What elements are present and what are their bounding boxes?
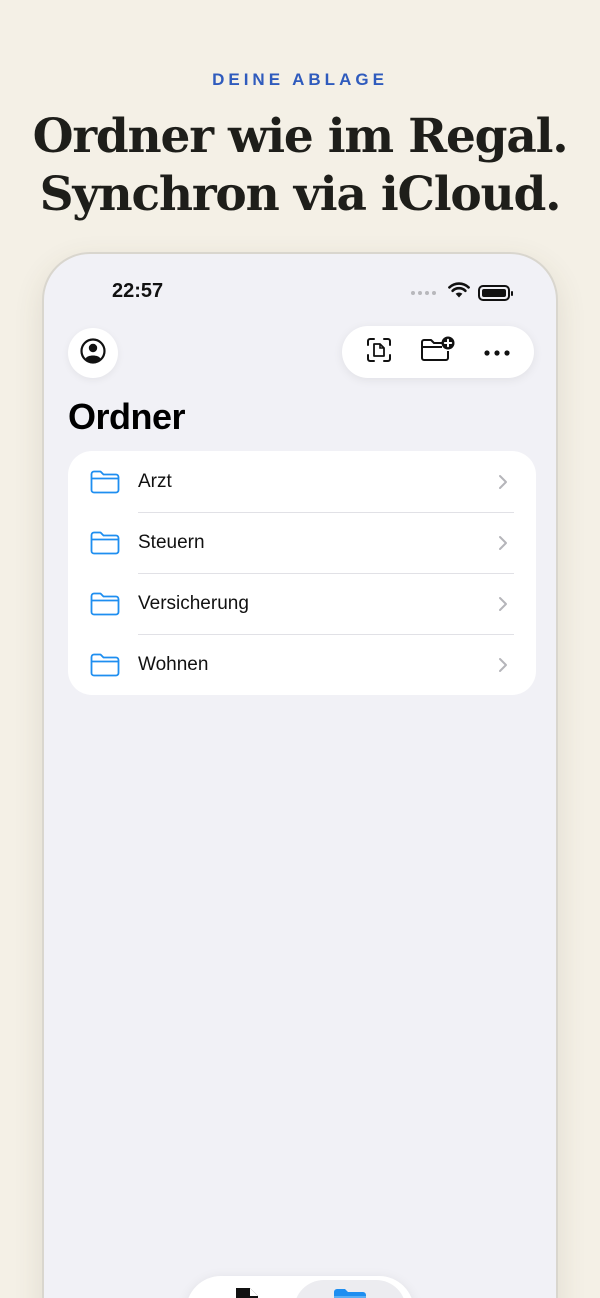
wifi-icon [448, 282, 470, 303]
chevron-right-icon [498, 596, 510, 612]
page-title: Ordner [68, 396, 186, 437]
folder-row-versicherung[interactable]: Versicherung [68, 573, 536, 634]
chevron-right-icon [498, 657, 510, 673]
toolbar [342, 326, 534, 378]
folder-label: Versicherung [138, 592, 249, 614]
folder-icon [90, 530, 120, 556]
status-indicators [411, 282, 513, 303]
folder-icon [90, 469, 120, 495]
folder-label: Wohnen [138, 653, 209, 675]
headline: Ordner wie im Regal. Synchron via iCloud… [0, 108, 600, 224]
folder-list: Arzt Steuern Versicherung Wohnen [68, 451, 536, 695]
profile-button[interactable] [68, 328, 118, 378]
folder-icon [90, 652, 120, 678]
cellular-signal-icon [411, 290, 436, 295]
chevron-right-icon [498, 474, 510, 490]
tab-documents[interactable] [228, 1282, 268, 1298]
folder-row-wohnen[interactable]: Wohnen [68, 634, 536, 695]
phone-screen: 22:57 Ordner Arzt Steuern Versicherung W… [42, 252, 558, 1298]
eyebrow-label: DEINE ABLAGE [212, 70, 388, 89]
folder-label: Arzt [138, 470, 172, 492]
tab-folders[interactable] [294, 1280, 406, 1298]
scan-document-button[interactable] [357, 330, 401, 374]
more-button[interactable] [475, 330, 519, 374]
more-icon [484, 343, 510, 361]
new-folder-icon [420, 336, 456, 369]
status-time: 22:57 [112, 280, 164, 302]
folder-label: Steuern [138, 531, 205, 553]
folder-icon [90, 591, 120, 617]
chevron-right-icon [498, 535, 510, 551]
battery-icon [478, 284, 513, 301]
headline-line-1: Ordner wie im Regal. [32, 109, 569, 164]
scan-document-icon [365, 336, 393, 369]
headline-line-2: Synchron via iCloud. [39, 167, 562, 222]
folder-row-steuern[interactable]: Steuern [68, 512, 536, 573]
new-folder-button[interactable] [416, 330, 460, 374]
folder-row-arzt[interactable]: Arzt [68, 451, 536, 512]
person-circle-icon [80, 337, 106, 369]
tab-bar [186, 1276, 414, 1298]
